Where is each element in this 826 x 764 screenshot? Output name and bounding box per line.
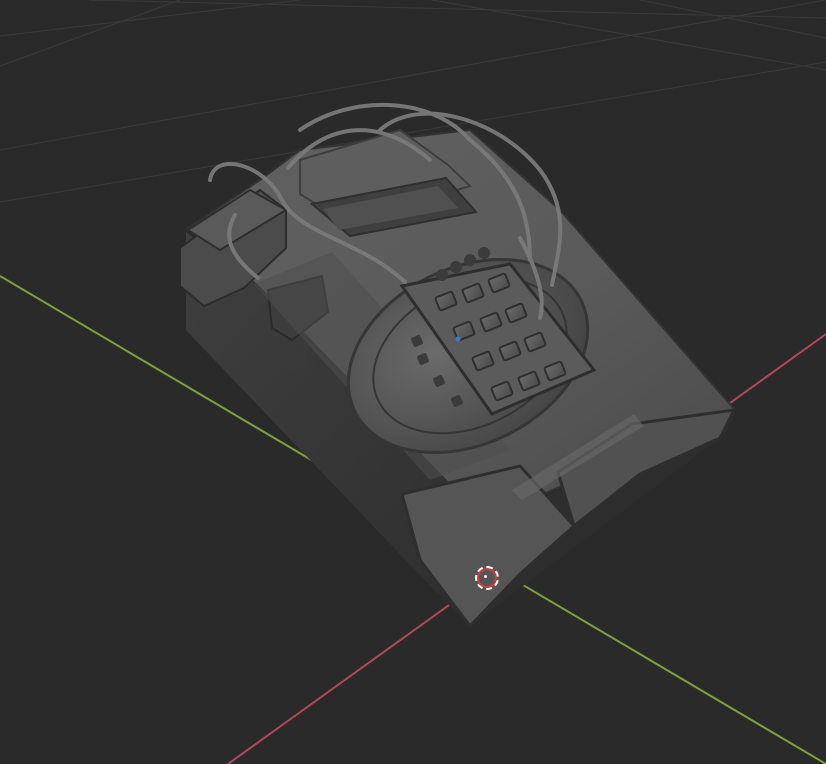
- knob-1[interactable]: [436, 269, 448, 281]
- 3d-cursor-icon[interactable]: [475, 566, 499, 590]
- 3d-viewport[interactable]: [0, 0, 826, 764]
- knob-4[interactable]: [478, 247, 490, 259]
- knob-3[interactable]: [464, 254, 476, 266]
- scene-canvas[interactable]: [0, 0, 826, 764]
- 3d-cursor-center-icon: [484, 575, 487, 578]
- knob-2[interactable]: [450, 261, 462, 273]
- selection-point: [455, 336, 461, 342]
